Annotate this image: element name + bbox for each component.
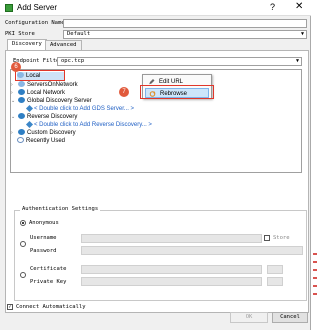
chevron-down-icon[interactable]: ⌄ xyxy=(11,113,18,121)
background-error-mark xyxy=(313,253,317,255)
chevron-down-icon: ▼ xyxy=(300,31,304,37)
store-label: Store xyxy=(273,235,290,241)
password-field[interactable] xyxy=(81,246,303,255)
globe-icon xyxy=(18,129,25,135)
tab-discovery[interactable]: Discovery xyxy=(7,39,47,50)
search-icon xyxy=(18,81,25,87)
pki-store-select[interactable]: Default ▼ xyxy=(63,30,307,39)
tree-item-reverse-discovery[interactable]: ⌄ Reverse Discovery xyxy=(11,113,77,121)
private-key-browse-button[interactable] xyxy=(267,277,283,286)
anonymous-label: Anonymous xyxy=(29,220,59,226)
chevron-right-icon[interactable]: › xyxy=(11,129,18,137)
highlight-box-rebrowse xyxy=(140,85,214,99)
clock-icon xyxy=(17,137,24,143)
connect-auto-checkbox[interactable]: ✓ xyxy=(7,304,13,310)
background-error-mark xyxy=(313,277,317,279)
username-radio[interactable] xyxy=(20,241,26,247)
username-field[interactable] xyxy=(81,234,262,243)
pki-store-label: PKI Store xyxy=(5,31,35,37)
chevron-down-icon[interactable]: ⌄ xyxy=(11,97,18,105)
auth-settings-title: Authentication Settings xyxy=(20,206,101,212)
certificate-field[interactable] xyxy=(81,265,262,274)
add-server-dialog: Add Server ? ✕ Configuration Name PKI St… xyxy=(0,0,311,330)
username-label: Username xyxy=(30,235,57,241)
tree-item-gds[interactable]: ⌄ Global Discovery Server xyxy=(11,97,92,105)
window-title: Add Server xyxy=(17,3,58,12)
title-bar: Add Server ? ✕ xyxy=(0,0,311,16)
config-name-label: Configuration Name xyxy=(5,20,65,26)
diamond-icon xyxy=(25,104,34,113)
background-error-mark xyxy=(313,285,317,287)
endpoint-filter-value: opc.tcp xyxy=(61,58,85,64)
tree-item-add-gds[interactable]: < Double click to Add GDS Server... > xyxy=(25,104,134,113)
tree-item-servers-on-network[interactable]: › ServersOnNetwork xyxy=(11,81,78,89)
anonymous-radio[interactable] xyxy=(20,220,26,226)
diamond-icon xyxy=(25,120,34,129)
globe-icon xyxy=(18,89,25,95)
background-error-mark xyxy=(313,293,317,295)
password-label: Password xyxy=(30,248,57,254)
tree-item-add-reverse[interactable]: < Double click to Add Reverse Discovery.… xyxy=(25,120,152,129)
app-icon xyxy=(5,4,13,12)
config-name-input[interactable] xyxy=(63,19,307,28)
certificate-label: Certificate xyxy=(30,266,67,272)
tree-item-recently-used[interactable]: Recently Used xyxy=(17,137,65,145)
tab-advanced[interactable]: Advanced xyxy=(45,40,82,50)
private-key-label: Private Key xyxy=(30,279,67,285)
connect-auto-label: Connect Automatically xyxy=(16,304,86,310)
step-marker-6: 6 xyxy=(11,62,21,72)
highlight-box-local xyxy=(15,70,65,81)
tree-item-local-network[interactable]: › Local Network xyxy=(11,89,65,97)
cancel-button[interactable]: Cancel xyxy=(272,312,308,323)
background-error-mark xyxy=(313,261,317,263)
help-button[interactable]: ? xyxy=(270,2,275,12)
chevron-right-icon[interactable]: › xyxy=(11,89,18,97)
chevron-right-icon[interactable]: › xyxy=(11,81,18,89)
certificate-browse-button[interactable] xyxy=(267,265,283,274)
background-error-mark xyxy=(313,269,317,271)
ok-button[interactable]: OK xyxy=(230,312,268,323)
step-marker-7: 7 xyxy=(119,87,129,97)
endpoint-filter-select[interactable]: opc.tcp ▼ xyxy=(57,57,302,66)
background-window-edge xyxy=(311,0,317,330)
close-button[interactable]: ✕ xyxy=(295,1,303,12)
private-key-field[interactable] xyxy=(81,277,262,286)
tree-item-custom-discovery[interactable]: › Custom Discovery xyxy=(11,129,76,137)
globe-icon xyxy=(18,113,25,119)
chevron-down-icon: ▼ xyxy=(295,58,299,64)
certificate-radio[interactable] xyxy=(20,272,26,278)
store-checkbox[interactable] xyxy=(264,235,270,241)
endpoint-filter-label: Endpoint Filter xyxy=(13,58,63,64)
pki-store-value: Default xyxy=(67,31,91,37)
globe-icon xyxy=(18,97,25,103)
